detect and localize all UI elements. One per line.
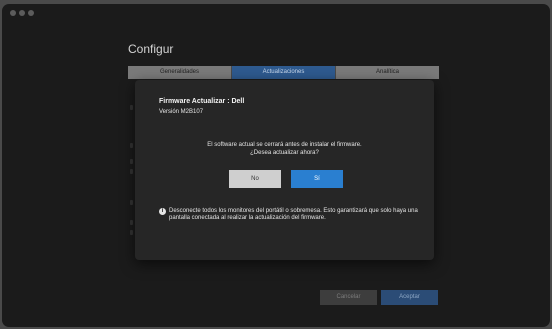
dialog-question: ¿Desea actualizar ahora? — [250, 150, 319, 156]
window-minimize-icon[interactable] — [19, 10, 25, 16]
background-content-hint — [130, 143, 133, 148]
title-bar — [2, 4, 550, 22]
accept-button[interactable]: Aceptar — [381, 290, 438, 305]
background-content-hint — [130, 169, 133, 174]
window-zoom-icon[interactable] — [28, 10, 34, 16]
firmware-version: Versión M2B107 — [159, 109, 204, 115]
disconnect-monitors-note: Desconecte todos los monitores del portá… — [169, 208, 418, 221]
firmware-update-dialog: Firmware Actualizar : Dell Versión M2B10… — [135, 80, 434, 260]
yes-button[interactable]: Sí — [291, 170, 343, 188]
background-content-hint — [130, 200, 133, 205]
dialog-title: Firmware Actualizar : Dell — [159, 98, 245, 105]
tab-generalidades[interactable]: Generalidades — [128, 66, 232, 79]
page-title: Configur — [128, 42, 174, 56]
background-content-hint — [130, 220, 133, 225]
info-icon: i — [159, 208, 166, 215]
app-window: Configur Generalidades Actualizaciones A… — [2, 4, 550, 327]
tab-bar: Generalidades Actualizaciones Analítica — [128, 66, 439, 79]
dialog-message-line: El software actual se cerrará antes de i… — [207, 142, 362, 148]
no-button[interactable]: No — [229, 170, 281, 188]
tab-analitica[interactable]: Analítica — [336, 66, 439, 79]
dialog-message: El software actual se cerrará antes de i… — [135, 141, 434, 157]
tab-actualizaciones[interactable]: Actualizaciones — [232, 66, 336, 79]
background-content-hint — [130, 230, 133, 235]
background-content-hint — [130, 105, 133, 110]
cancel-button[interactable]: Cancelar — [320, 290, 377, 305]
background-content-hint — [130, 159, 133, 164]
window-close-icon[interactable] — [10, 10, 16, 16]
